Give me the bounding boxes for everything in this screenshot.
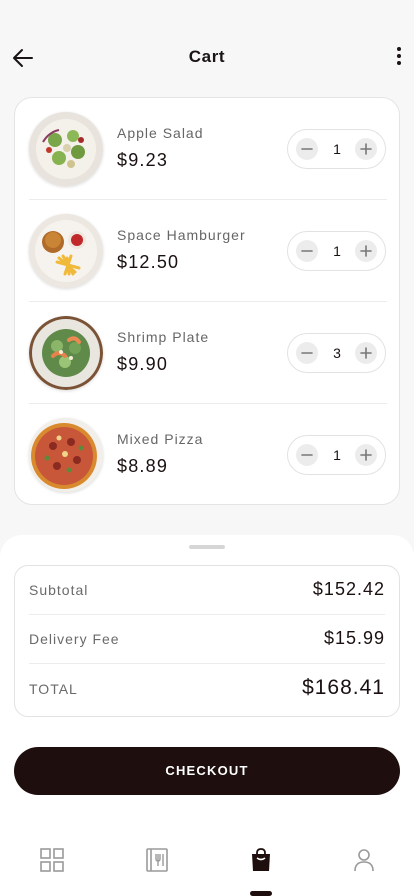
- pizza-image: [29, 418, 103, 492]
- decrease-button[interactable]: [296, 240, 318, 262]
- item-name: Apple Salad: [117, 125, 204, 141]
- quantity-value: 3: [333, 345, 341, 361]
- quantity-stepper: 1: [287, 231, 386, 271]
- decrease-button[interactable]: [296, 444, 318, 466]
- order-summary: Subtotal $152.42 Delivery Fee $15.99 TOT…: [14, 565, 400, 717]
- subtotal-label: Subtotal: [29, 582, 89, 598]
- bottom-tab-bar: [0, 824, 414, 896]
- shrimp-plate-image: [29, 316, 103, 390]
- plus-icon: [360, 449, 372, 461]
- tab-menu[interactable]: [143, 846, 171, 874]
- cart-item: Space Hamburger $12.50 1: [15, 200, 401, 302]
- item-name: Space Hamburger: [117, 227, 246, 243]
- more-dot: [397, 54, 401, 58]
- quantity-value: 1: [333, 447, 341, 463]
- subtotal-row: Subtotal $152.42: [29, 566, 385, 615]
- user-icon: [354, 849, 374, 872]
- divider: [29, 663, 385, 664]
- item-price: $8.89: [117, 456, 169, 476]
- minus-icon: [301, 148, 313, 150]
- shopping-bag-icon: [252, 848, 270, 871]
- plus-icon: [360, 143, 372, 155]
- item-price: $9.23: [117, 150, 169, 170]
- more-dot: [397, 61, 401, 65]
- item-name: Shrimp Plate: [117, 329, 210, 345]
- header: Cart: [0, 0, 414, 96]
- delivery-fee-value: $15.99: [323, 628, 385, 648]
- more-button[interactable]: [392, 44, 406, 72]
- minus-icon: [301, 352, 313, 354]
- order-summary-sheet: Subtotal $152.42 Delivery Fee $15.99 TOT…: [0, 535, 414, 825]
- minus-icon: [301, 250, 313, 252]
- delivery-fee-row: Delivery Fee $15.99: [29, 615, 385, 664]
- delivery-fee-label: Delivery Fee: [29, 631, 120, 647]
- quantity-stepper: 1: [287, 129, 386, 169]
- tab-home[interactable]: [38, 846, 66, 874]
- more-vertical-icon: [397, 47, 401, 51]
- increase-button[interactable]: [355, 240, 377, 262]
- item-price: $9.90: [117, 354, 169, 374]
- quantity-value: 1: [333, 243, 341, 259]
- quantity-stepper: 1: [287, 435, 386, 475]
- plus-icon: [360, 245, 372, 257]
- burger-image: [29, 214, 103, 288]
- decrease-button[interactable]: [296, 138, 318, 160]
- quantity-value: 1: [333, 141, 341, 157]
- cart-item: Apple Salad $9.23 1: [15, 98, 401, 200]
- page-title: Cart: [188, 47, 226, 66]
- salad-image: [29, 112, 103, 186]
- increase-button[interactable]: [355, 342, 377, 364]
- checkout-button[interactable]: CHECKOUT: [14, 747, 400, 795]
- minus-icon: [301, 454, 313, 456]
- active-tab-indicator: [250, 891, 272, 896]
- menu-book-icon: [146, 848, 168, 872]
- cart-list: Apple Salad $9.23 1 Space Hamburger $12.…: [14, 97, 400, 505]
- total-value: $168.41: [302, 676, 385, 699]
- increase-button[interactable]: [355, 444, 377, 466]
- quantity-stepper: 3: [287, 333, 386, 373]
- decrease-button[interactable]: [296, 342, 318, 364]
- cart-item: Shrimp Plate $9.90 3: [15, 302, 401, 404]
- item-name: Mixed Pizza: [117, 431, 204, 447]
- item-price: $12.50: [117, 252, 180, 272]
- increase-button[interactable]: [355, 138, 377, 160]
- tab-profile[interactable]: [350, 846, 378, 874]
- sheet-drag-handle[interactable]: [189, 545, 225, 549]
- cart-item: Mixed Pizza $8.89 1: [15, 404, 401, 506]
- total-label: TOTAL: [29, 681, 78, 697]
- subtotal-value: $152.42: [312, 579, 385, 599]
- total-row: TOTAL $168.41: [29, 665, 385, 714]
- grid-icon: [40, 848, 64, 872]
- tab-cart[interactable]: [247, 846, 275, 874]
- plus-icon: [360, 347, 372, 359]
